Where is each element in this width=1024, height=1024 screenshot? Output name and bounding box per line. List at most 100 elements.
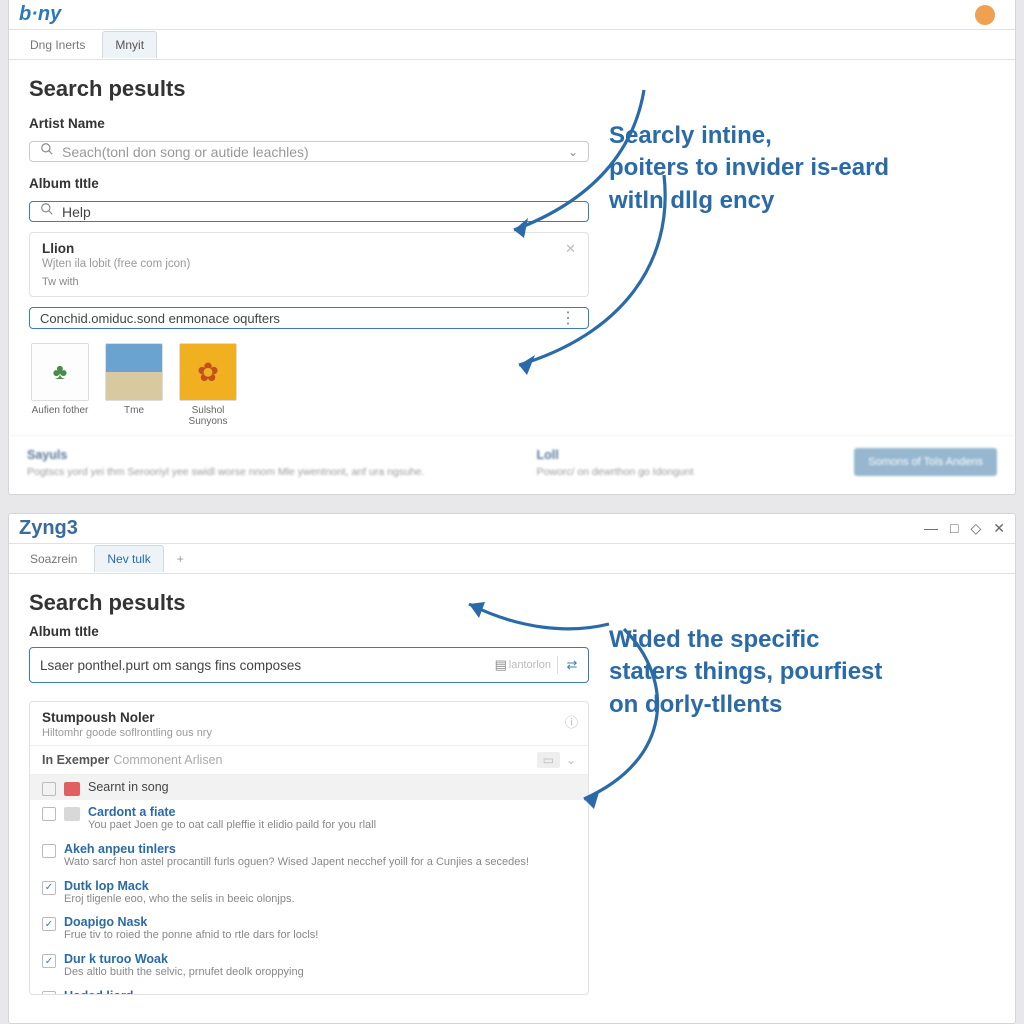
album-art-icon <box>179 343 237 401</box>
album-art-icon <box>31 343 89 401</box>
footer-block-mid: Loll Poworc/ on dewrthon go Idongunt <box>537 448 825 480</box>
suggestion-card: ✕ Llion Wjten ila lobit (free com jcon) … <box>29 232 589 297</box>
thumbnail-item[interactable]: Sulshol Sunyons <box>177 343 239 427</box>
category-label: In Exemper <box>42 753 109 767</box>
footer-action-button[interactable]: Somons of Tols Andens <box>854 448 997 476</box>
page-title: Search pesults <box>29 76 589 102</box>
content-row: Search pesults Artist Name ⌄ Album tItle… <box>9 60 1015 435</box>
panel-sub: Hiltomhr goode soflrontling ous nry <box>42 727 576 739</box>
category-row[interactable]: In Exemper Commonent Arlisen ▭ ⌄ <box>30 745 588 774</box>
minimize-icon[interactable]: — <box>924 520 938 537</box>
suggestion-tiny-label: Tw with <box>42 276 576 288</box>
page-title: Search pesults <box>29 590 589 616</box>
filter-input[interactable] <box>40 311 558 326</box>
artist-name-input[interactable] <box>62 144 568 160</box>
calendar-icon[interactable]: ▤ <box>493 657 509 673</box>
checkbox[interactable] <box>42 917 56 931</box>
content-row: Search pesults Album tItle ▤ lantorlon ⇄… <box>9 574 1015 1023</box>
album-title-input[interactable] <box>62 204 578 220</box>
filter-input-wrap[interactable]: ⋮ <box>29 307 589 329</box>
checkbox[interactable] <box>42 782 56 796</box>
list-item[interactable]: Searnt in song <box>30 775 588 800</box>
maximize-icon[interactable]: □ <box>950 520 958 537</box>
artist-name-input-wrap[interactable]: ⌄ <box>29 141 589 162</box>
item-body: Searnt in song <box>88 780 576 794</box>
list-item[interactable]: Dur k turoo WoakDes altlo buith the selv… <box>30 947 588 984</box>
panel-header: Stumpoush Noler Hiltomhr goode soflrontl… <box>30 702 588 745</box>
artist-name-label: Artist Name <box>29 116 589 131</box>
item-body: Dutk lop MackEroj tligenle eoo, who the … <box>64 879 576 907</box>
close-icon[interactable]: ✕ <box>993 520 1005 537</box>
album-title-label: Album tItle <box>29 624 589 639</box>
close-icon[interactable]: ✕ <box>565 241 576 257</box>
document-icon <box>64 807 80 821</box>
album-title-input[interactable] <box>40 658 493 673</box>
thumbnail-row: Aufien fother Tme Sulshol Sunyons <box>29 343 589 427</box>
footer-text: Poworc/ on dewrthon go Idongunt <box>537 466 825 480</box>
right-column: Wided the specific staters things, pourf… <box>609 574 1015 1023</box>
list-item[interactable]: Uoded liordLoas hd lonsed all suglee pro… <box>30 984 588 994</box>
top-window: b·ny Dng Inerts Mnyit Search pesults Art… <box>8 0 1016 495</box>
footer-block-left: Sayuls Pogtscs yord yei thm Serooriyl ye… <box>27 448 507 480</box>
item-body: Uoded liordLoas hd lonsed all suglee pro… <box>64 989 576 994</box>
new-tab-button[interactable]: + <box>168 547 193 570</box>
checkbox[interactable] <box>42 844 56 858</box>
callout-text: Searcly intine, poiters to invider is-ea… <box>609 80 995 217</box>
item-desc: You paet Joen ge to oat call pleffie it … <box>88 819 576 833</box>
tab-soazrein[interactable]: Soazrein <box>17 545 90 572</box>
item-body: Cardont a fiateYou paet Joen ge to oat c… <box>88 805 576 833</box>
restore-icon[interactable]: ◇ <box>970 520 981 537</box>
tab-mnyit[interactable]: Mnyit <box>102 31 157 58</box>
brand-logo: Zyng3 <box>19 517 78 540</box>
thumbnail-item[interactable]: Aufien fother <box>29 343 91 427</box>
window-controls: — □ ◇ ✕ <box>924 520 1005 537</box>
more-icon[interactable]: ⋮ <box>558 308 578 328</box>
footer-text: Pogtscs yord yei thm Serooriyl yee swidl… <box>27 466 507 480</box>
footer-heading: Sayuls <box>27 448 507 462</box>
footer: Sayuls Pogtscs yord yei thm Serooriyl ye… <box>9 435 1015 494</box>
item-icon <box>64 782 80 796</box>
item-title: Dur k turoo Woak <box>64 952 576 966</box>
category-sub: Commonent Arlisen <box>113 753 222 767</box>
item-title: Doapigo Nask <box>64 915 576 929</box>
callout-text: Wided the specific staters things, pourf… <box>609 594 995 721</box>
search-icon <box>40 142 54 161</box>
album-title-input-wrap[interactable] <box>29 201 589 222</box>
item-title: Cardont a fiate <box>88 805 576 819</box>
right-column: Searcly intine, poiters to invider is-ea… <box>609 60 1015 435</box>
item-desc: Eroj tligenle eoo, who the selis in beei… <box>64 893 576 907</box>
tab-strip: Dng Inerts Mnyit <box>9 30 1015 60</box>
item-desc: Wato sarcf hon astel procantill furls og… <box>64 856 576 870</box>
footer-heading: Loll <box>537 448 825 462</box>
thumbnail-item[interactable]: Tme <box>103 343 165 427</box>
cart-icon[interactable]: ⇄ <box>564 657 580 673</box>
brand-logo: b·ny <box>19 3 61 26</box>
separator <box>557 656 558 674</box>
checkbox[interactable] <box>42 807 56 821</box>
results-list[interactable]: Searnt in song Cardont a fiateYou paet Jo… <box>30 774 588 994</box>
checkbox[interactable] <box>42 954 56 968</box>
bottom-window: Zyng3 — □ ◇ ✕ Soazrein Nev tulk + Search… <box>8 513 1016 1024</box>
info-icon[interactable]: ⓘ <box>565 712 578 731</box>
chevron-down-icon[interactable]: ⌄ <box>568 145 578 159</box>
item-body: Dur k turoo WoakDes altlo buith the selv… <box>64 952 576 980</box>
titlebar: Zyng3 — □ ◇ ✕ <box>9 514 1015 544</box>
checkbox[interactable] <box>42 881 56 895</box>
album-art-icon <box>105 343 163 401</box>
list-item[interactable]: Dutk lop MackEroj tligenle eoo, who the … <box>30 874 588 911</box>
list-item[interactable]: Doapigo NaskFrue tiv to roied the ponne … <box>30 910 588 947</box>
album-title-label: Album tItle <box>29 176 589 191</box>
tab-dng-inerts[interactable]: Dng Inerts <box>17 31 98 58</box>
results-panel: ⓘ Stumpoush Noler Hiltomhr goode soflron… <box>29 701 589 995</box>
list-item[interactable]: Cardont a fiateYou paet Joen ge to oat c… <box>30 800 588 837</box>
thumbnail-caption: Sulshol Sunyons <box>177 405 239 427</box>
checkbox[interactable] <box>42 991 56 994</box>
avatar[interactable] <box>975 5 995 25</box>
list-item[interactable]: Akeh anpeu tinlersWato sarcf hon astel p… <box>30 837 588 874</box>
album-title-input-wrap[interactable]: ▤ lantorlon ⇄ <box>29 647 589 683</box>
search-icon <box>40 202 54 221</box>
chevron-down-icon[interactable]: ⌄ <box>566 753 576 767</box>
tab-nev-tulk[interactable]: Nev tulk <box>94 545 163 572</box>
thumbnail-caption: Aufien fother <box>32 405 89 416</box>
suggestion-title: Llion <box>42 241 576 256</box>
